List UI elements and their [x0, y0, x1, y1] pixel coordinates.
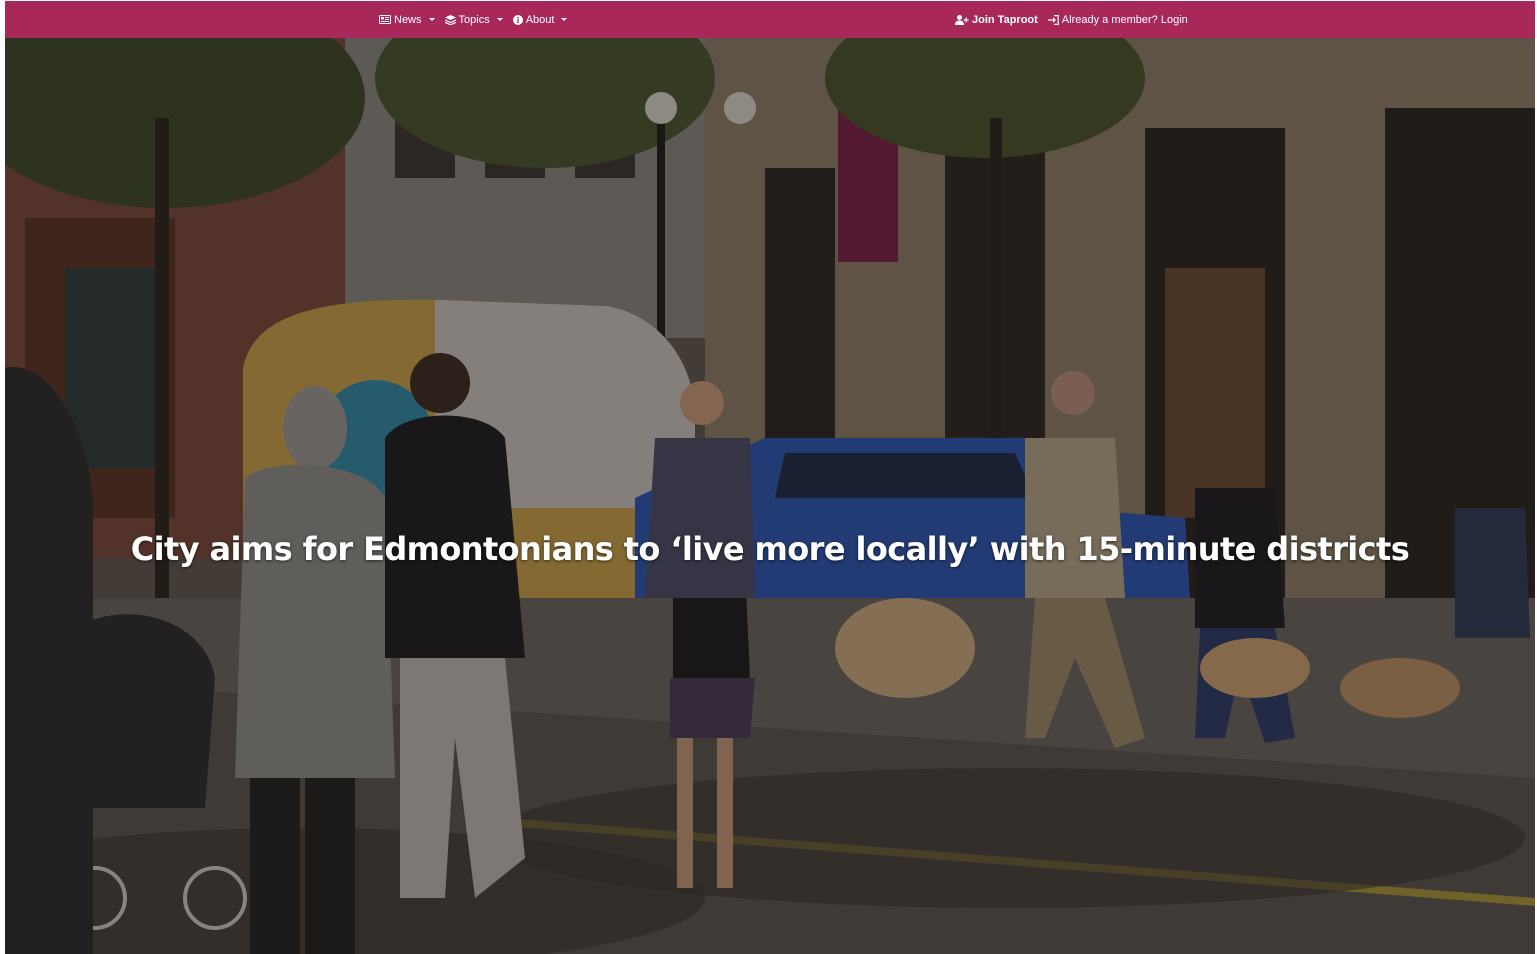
- hero-headline[interactable]: City aims for Edmontonians to ‘live more…: [5, 530, 1535, 568]
- top-navbar: News Topics About Join Taproot Already a…: [5, 1, 1535, 38]
- nav-about-dropdown[interactable]: About: [512, 13, 568, 26]
- chevron-down-icon: [428, 18, 435, 21]
- join-taproot-label: Join Taproot: [972, 13, 1038, 26]
- nav-topics-label: Topics: [458, 13, 490, 26]
- hero-dark-overlay: [5, 38, 1535, 954]
- layers-icon: [444, 14, 456, 25]
- nav-topics-dropdown[interactable]: Topics: [444, 13, 503, 26]
- nav-left-menu: News Topics About: [379, 1, 568, 38]
- nav-about-label: About: [525, 13, 555, 26]
- page: News Topics About Join Taproot Already a…: [5, 1, 1535, 954]
- hero-banner[interactable]: City aims for Edmontonians to ‘live more…: [5, 38, 1535, 954]
- join-taproot-link[interactable]: Join Taproot: [955, 14, 1038, 26]
- chevron-down-icon: [561, 18, 568, 21]
- info-circle-icon: [512, 14, 523, 25]
- newspaper-icon: [379, 15, 391, 24]
- user-plus-icon: [955, 14, 969, 25]
- nav-news-dropdown[interactable]: News: [379, 14, 435, 26]
- login-label: Already a member? Login: [1061, 13, 1188, 26]
- chevron-down-icon: [496, 18, 503, 21]
- login-link[interactable]: Already a member? Login: [1047, 13, 1188, 26]
- nav-right-menu: Join Taproot Already a member? Login: [955, 1, 1188, 38]
- nav-news-label: News: [394, 13, 422, 26]
- sign-in-icon: [1047, 14, 1059, 25]
